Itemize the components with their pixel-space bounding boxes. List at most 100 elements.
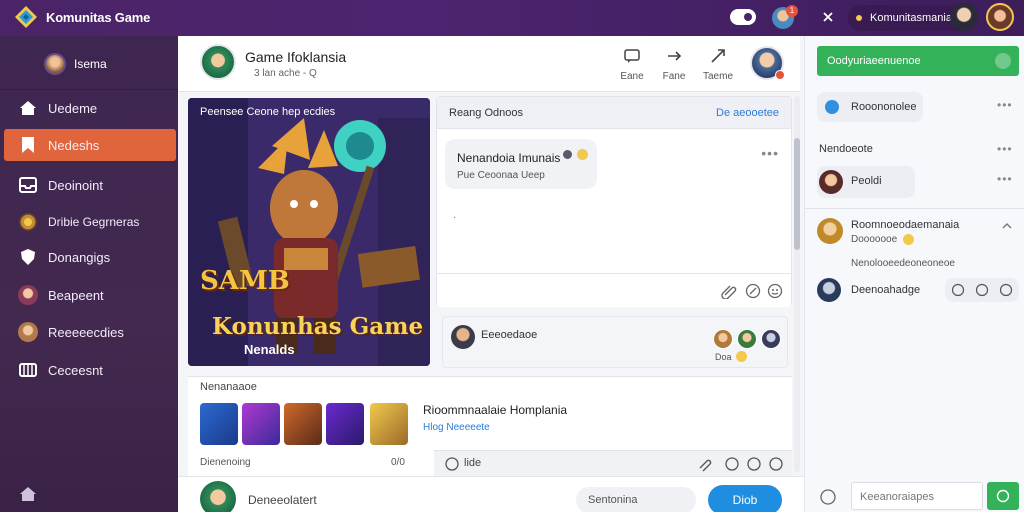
primary-button[interactable]: Diob <box>708 485 782 512</box>
page-subtitle: 3 lan ache - Q <box>254 68 317 79</box>
recommend-count: 0/0 <box>391 457 405 468</box>
game-thumbnail[interactable] <box>242 403 280 445</box>
feed-scrollbar[interactable] <box>794 96 800 472</box>
emoji-icon[interactable] <box>767 283 783 299</box>
toggle-icon[interactable] <box>995 53 1011 69</box>
dot-icon <box>825 100 839 114</box>
more-options-icon[interactable]: ••• <box>761 145 779 161</box>
list-item-label: Peoldi <box>851 175 882 187</box>
game-banner[interactable]: Peensee Ceone hep ecdies SAMB Konunhas G… <box>188 98 430 366</box>
message-bubble[interactable]: Nenandoia Imunais Pue Ceoonaa Ueep <box>445 139 597 189</box>
reaction-icon[interactable] <box>563 150 572 159</box>
send-button-label: Taeme <box>702 71 733 82</box>
right-panel-header[interactable]: Oodyuriaeenuenoe <box>817 46 1019 76</box>
notifications-avatar-icon[interactable]: 1 <box>772 5 798 29</box>
game-controller-icon[interactable] <box>730 9 756 25</box>
profile-avatar-icon[interactable] <box>986 3 1014 31</box>
divider <box>805 208 1024 209</box>
avatar <box>44 53 66 75</box>
sidebar-item-label: Nedeshs <box>48 138 100 153</box>
chat-button-label: Eane <box>620 71 644 82</box>
sidebar-item-content[interactable]: Ceceesnt <box>4 354 176 386</box>
sidebar-item-profile[interactable]: Beapeent <box>4 279 176 311</box>
recommend-title[interactable]: Rioommnaalaie Homplania <box>423 403 567 417</box>
sidebar-item-bookmarks[interactable]: Nedeshs <box>4 129 176 161</box>
user-avatar-icon <box>761 329 781 349</box>
list-item-label[interactable]: Deenoahadge <box>851 284 920 296</box>
sidebar-item-records[interactable]: Reeeeecdies <box>4 316 176 348</box>
typing-indicator: . <box>453 207 457 221</box>
edit-icon[interactable] <box>724 456 740 472</box>
emoji-icon[interactable] <box>746 456 762 472</box>
attach-icon[interactable] <box>721 283 737 299</box>
chat-icon[interactable] <box>975 283 989 297</box>
sidebar: Isema Uedeme Nedeshs Deoinoint Dribie Ge… <box>0 36 178 512</box>
app-logo-icon <box>15 6 37 28</box>
home-icon[interactable] <box>18 484 38 504</box>
sidebar-item-home[interactable]: Uedeme <box>4 92 176 124</box>
recommend-subtitle[interactable]: Hlog Neeeeete <box>423 422 490 433</box>
sidebar-item-label: Ceceesnt <box>48 363 103 378</box>
message-composer[interactable] <box>437 273 791 307</box>
share-button[interactable]: Fane <box>654 48 694 82</box>
close-icon[interactable] <box>820 9 836 25</box>
header-avatar[interactable] <box>750 46 785 80</box>
avatar <box>817 218 843 244</box>
section-title: Nenanaaoe <box>200 381 257 393</box>
sidebar-profile[interactable]: Isema <box>0 36 178 90</box>
chevron-up-icon[interactable] <box>1001 220 1013 232</box>
banner-title: Konunhas Game <box>212 313 424 340</box>
grid-icon <box>19 363 37 377</box>
top-bar: Komunitas Game 1 Komunitasmania <box>0 0 1024 36</box>
send-icon <box>996 489 1010 503</box>
user-avatar-icon[interactable] <box>950 3 978 31</box>
message-text: Pue Ceoonaa Ueep <box>457 170 545 181</box>
scrollbar-thumb[interactable] <box>794 138 800 250</box>
game-thumbnail[interactable] <box>284 403 322 445</box>
banner-title-small: SAMB <box>200 266 290 296</box>
send-button[interactable] <box>987 482 1019 510</box>
game-thumbnail[interactable] <box>200 403 238 445</box>
toolbar-label: lide <box>464 457 482 469</box>
list-item-detail: Nenolooeedeoneoneoe <box>851 258 955 269</box>
sidebar-item-inbox[interactable]: Deoinoint <box>4 169 176 201</box>
recommend-toolbar: lide <box>434 450 792 476</box>
send-button[interactable]: Taeme <box>698 48 738 82</box>
section-label: Nendoeote <box>819 143 873 155</box>
bottom-search-input[interactable]: Sentonina <box>576 487 696 512</box>
emoji-icon[interactable] <box>768 456 784 472</box>
sidebar-item-label: Dribie Gegrneras <box>48 215 140 229</box>
sidebar-item-label: Reeeeecdies <box>48 325 124 340</box>
edit-icon[interactable] <box>745 283 761 299</box>
banner-caption: Nenalds <box>244 342 295 357</box>
emoji-icon[interactable] <box>577 149 588 160</box>
chat-card: Reang Odnoos De aeooetee Nenandoia Imuna… <box>436 96 792 307</box>
list-item-title[interactable]: Roomnoeodaemanaia <box>851 219 959 231</box>
group-avatar[interactable] <box>200 44 236 80</box>
clock-icon[interactable] <box>951 283 965 297</box>
sidebar-item-shield[interactable]: Donangigs <box>4 241 176 273</box>
list-item[interactable]: Rooononolee <box>817 92 923 122</box>
banner-tag: Peensee Ceone hep ecdies <box>200 106 336 118</box>
message-author: Nenandoia Imunais <box>457 151 561 165</box>
emoji-icon[interactable] <box>819 488 837 506</box>
notification-badge: 1 <box>786 5 798 17</box>
chat-header-link[interactable]: De aeooetee <box>716 107 779 119</box>
sidebar-item-label: Uedeme <box>48 101 98 116</box>
more-options-icon[interactable]: ••• <box>997 142 1013 156</box>
chat-button[interactable]: Eane <box>612 48 652 82</box>
chat-icon[interactable] <box>444 456 460 472</box>
sidebar-item-games[interactable]: Dribie Gegrneras <box>4 206 176 238</box>
more-options-icon[interactable]: ••• <box>997 98 1013 112</box>
game-thumbnail[interactable] <box>370 403 408 445</box>
attach-icon[interactable] <box>696 456 712 472</box>
avatar[interactable] <box>200 481 236 512</box>
more-options-icon[interactable]: ••• <box>997 172 1013 186</box>
center-header: Game Ifoklansia 3 lan ache - Q Eane Fane… <box>178 36 800 92</box>
game-thumbnail[interactable] <box>326 403 364 445</box>
reply-card[interactable]: Eeeoedaoe Doa <box>442 316 788 368</box>
bottom-label: Deneeolatert <box>248 493 317 507</box>
emoji-icon[interactable] <box>999 283 1013 297</box>
list-item[interactable]: Peoldi <box>817 166 915 198</box>
right-panel-input[interactable]: Keeanoraiapes <box>851 482 983 510</box>
